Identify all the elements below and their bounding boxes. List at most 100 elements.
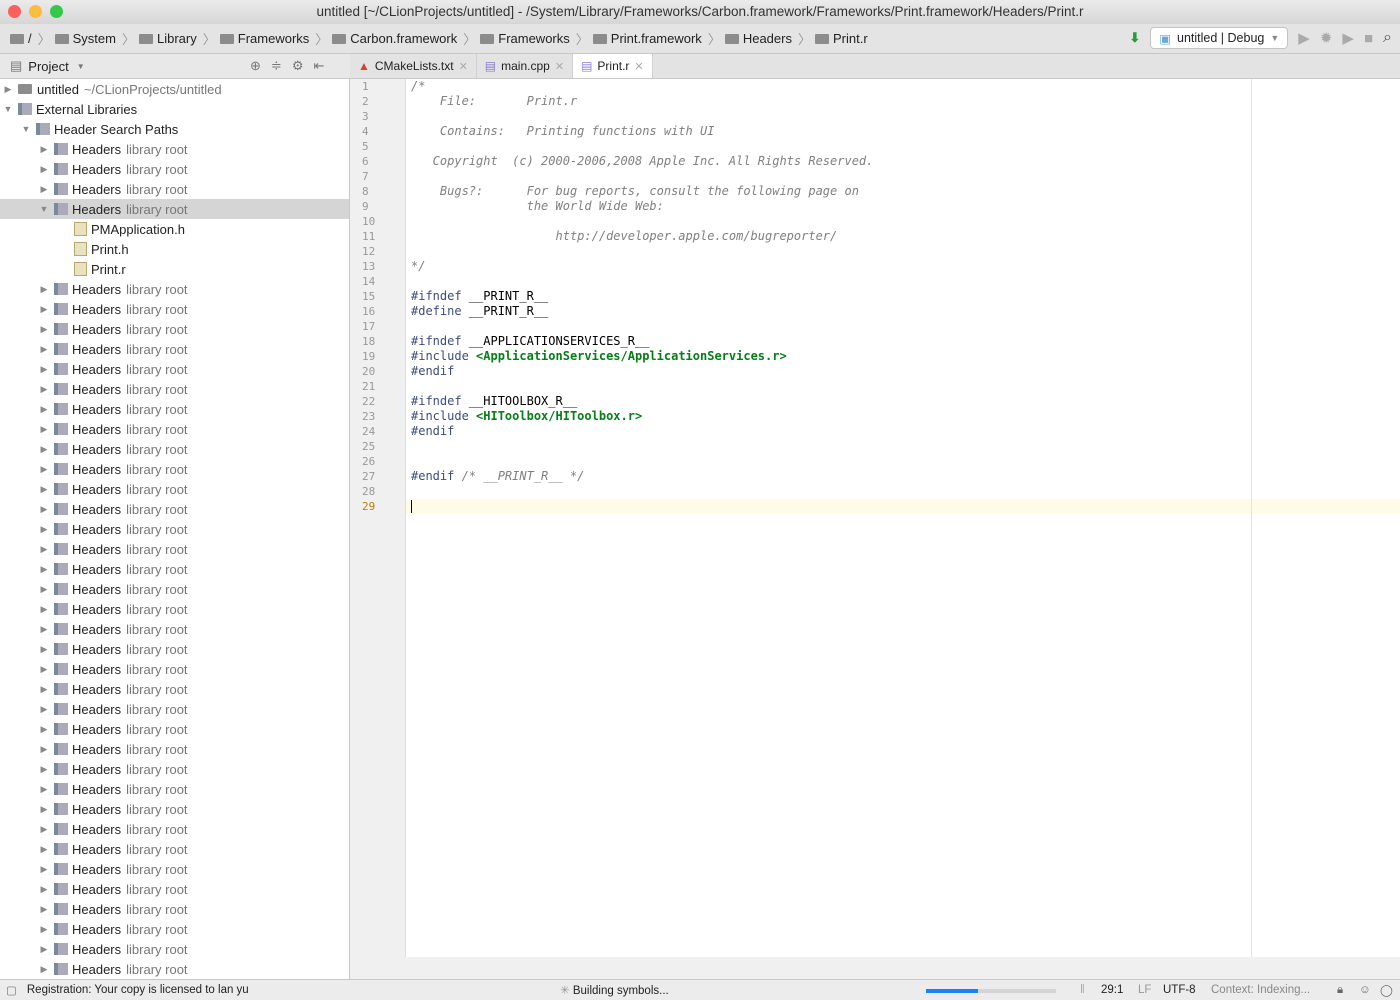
chevron-right-icon[interactable]: ▶ <box>38 164 50 175</box>
chevron-right-icon[interactable]: ▶ <box>38 904 50 915</box>
tree-item[interactable]: ▶ Headers library root <box>0 179 349 199</box>
tree-item[interactable]: ▼ External Libraries <box>0 99 349 119</box>
chevron-right-icon[interactable]: ▶ <box>2 84 14 95</box>
tree-item[interactable]: ▶ Headers library root <box>0 919 349 939</box>
code-editor[interactable]: /* File: Print.r Contains: Printing func… <box>406 79 1400 957</box>
tree-item[interactable]: ▶ Headers library root <box>0 619 349 639</box>
inspector-icon[interactable]: ☺ <box>1359 984 1371 996</box>
chevron-right-icon[interactable]: ▶ <box>38 384 50 395</box>
chevron-right-icon[interactable]: ▶ <box>38 764 50 775</box>
tree-item[interactable]: ▶ Headers library root <box>0 479 349 499</box>
tree-item[interactable]: ▶ Headers library root <box>0 899 349 919</box>
build-icon[interactable]: ⬇ <box>1129 30 1140 46</box>
tree-item[interactable]: ▶ Headers library root <box>0 699 349 719</box>
collapse-icon[interactable]: ≑ <box>271 58 292 73</box>
locate-icon[interactable]: ⊕ <box>250 58 271 73</box>
chevron-right-icon[interactable]: ▶ <box>38 344 50 355</box>
file-encoding[interactable]: UTF-8 <box>1163 984 1196 996</box>
coverage-icon[interactable]: ▶ <box>1342 29 1354 47</box>
tree-item[interactable]: ▶ Headers library root <box>0 359 349 379</box>
chevron-right-icon[interactable]: ▶ <box>38 724 50 735</box>
tree-item[interactable]: ▶ Headers library root <box>0 539 349 559</box>
tree-item[interactable]: ▶ Headers library root <box>0 279 349 299</box>
tree-item[interactable]: ▶ Headers library root <box>0 319 349 339</box>
close-tab-icon[interactable]: ✕ <box>555 60 564 73</box>
tab-print-r[interactable]: ▤ Print.r ✕ <box>573 54 653 78</box>
tree-item[interactable]: ▼ Header Search Paths <box>0 119 349 139</box>
chevron-down-icon[interactable]: ▼ <box>77 62 85 71</box>
chevron-right-icon[interactable]: ▶ <box>38 624 50 635</box>
tree-item[interactable]: ▶ untitled ~/CLionProjects/untitled <box>0 79 349 99</box>
chevron-right-icon[interactable]: ▶ <box>38 444 50 455</box>
caret-position[interactable]: 29:1 <box>1101 984 1123 996</box>
chevron-down-icon[interactable]: ▼ <box>38 204 50 214</box>
tree-item[interactable]: ▶ Headers library root <box>0 599 349 619</box>
tree-item[interactable]: ▶ Headers library root <box>0 499 349 519</box>
tree-item[interactable]: ▶ Headers library root <box>0 519 349 539</box>
pause-icon[interactable]: ‖ <box>1080 984 1085 996</box>
breadcrumb-item[interactable]: Carbon.framework <box>332 31 457 46</box>
breadcrumb-item[interactable]: Print.r <box>814 31 868 46</box>
tree-item[interactable]: ▶ Headers library root <box>0 639 349 659</box>
chevron-right-icon[interactable]: ▶ <box>38 604 50 615</box>
panel-toggle-icon[interactable]: ▢ <box>6 983 17 997</box>
tree-item[interactable]: ▶ Headers library root <box>0 459 349 479</box>
tree-item[interactable]: ▶ Headers library root <box>0 879 349 899</box>
chevron-right-icon[interactable]: ▶ <box>38 484 50 495</box>
tree-item[interactable]: ▼ Headers library root <box>0 199 349 219</box>
tree-item[interactable]: ▶ Headers library root <box>0 659 349 679</box>
event-log-icon[interactable]: ◯ <box>1380 983 1393 997</box>
tree-item[interactable]: ▶ Headers library root <box>0 579 349 599</box>
chevron-right-icon[interactable]: ▶ <box>38 504 50 515</box>
breadcrumb-item[interactable]: / <box>10 31 32 46</box>
chevron-right-icon[interactable]: ▶ <box>38 944 50 955</box>
chevron-right-icon[interactable]: ▶ <box>38 144 50 155</box>
chevron-right-icon[interactable]: ▶ <box>38 804 50 815</box>
tree-item[interactable]: Print.h <box>0 239 349 259</box>
tree-item[interactable]: ▶ Headers library root <box>0 419 349 439</box>
breadcrumb-item[interactable]: System <box>54 31 116 46</box>
chevron-right-icon[interactable]: ▶ <box>38 964 50 975</box>
debug-icon[interactable]: ✹ <box>1320 29 1333 47</box>
chevron-right-icon[interactable]: ▶ <box>38 404 50 415</box>
chevron-right-icon[interactable]: ▶ <box>38 824 50 835</box>
chevron-right-icon[interactable]: ▶ <box>38 844 50 855</box>
tree-item[interactable]: ▶ Headers library root <box>0 559 349 579</box>
tree-item[interactable]: ▶ Headers library root <box>0 819 349 839</box>
background-task[interactable]: Building symbols... <box>573 985 669 997</box>
tree-item[interactable]: ▶ Headers library root <box>0 799 349 819</box>
chevron-down-icon[interactable]: ▼ <box>2 104 14 114</box>
tree-item[interactable]: Print.r <box>0 259 349 279</box>
tree-item[interactable]: PMApplication.h <box>0 219 349 239</box>
close-button[interactable] <box>8 5 21 18</box>
tree-item[interactable]: ▶ Headers library root <box>0 939 349 959</box>
hide-panel-icon[interactable]: ⇤ <box>313 58 334 73</box>
tree-item[interactable]: ▶ Headers library root <box>0 859 349 879</box>
chevron-right-icon[interactable]: ▶ <box>38 184 50 195</box>
chevron-right-icon[interactable]: ▶ <box>38 324 50 335</box>
chevron-right-icon[interactable]: ▶ <box>38 584 50 595</box>
tree-item[interactable]: ▶ Headers library root <box>0 959 349 979</box>
tree-item[interactable]: ▶ Headers library root <box>0 839 349 859</box>
chevron-right-icon[interactable]: ▶ <box>38 644 50 655</box>
chevron-right-icon[interactable]: ▶ <box>38 924 50 935</box>
chevron-right-icon[interactable]: ▶ <box>38 424 50 435</box>
chevron-right-icon[interactable]: ▶ <box>38 544 50 555</box>
tree-item[interactable]: ▶ Headers library root <box>0 779 349 799</box>
chevron-right-icon[interactable]: ▶ <box>38 884 50 895</box>
minimize-button[interactable] <box>29 5 42 18</box>
horizontal-scrollbar[interactable] <box>350 957 1400 979</box>
chevron-right-icon[interactable]: ▶ <box>38 364 50 375</box>
chevron-right-icon[interactable]: ▶ <box>38 524 50 535</box>
tree-item[interactable]: ▶ Headers library root <box>0 339 349 359</box>
breadcrumb-item[interactable]: Frameworks <box>480 31 570 46</box>
tree-item[interactable]: ▶ Headers library root <box>0 439 349 459</box>
context-selector[interactable]: Context: Indexing... <box>1211 984 1310 996</box>
chevron-right-icon[interactable]: ▶ <box>38 784 50 795</box>
project-view-select[interactable]: Project <box>28 59 68 74</box>
chevron-right-icon[interactable]: ▶ <box>38 664 50 675</box>
line-separator[interactable]: LF <box>1138 984 1151 996</box>
chevron-right-icon[interactable]: ▶ <box>38 304 50 315</box>
tree-item[interactable]: ▶ Headers library root <box>0 159 349 179</box>
breadcrumb-item[interactable]: Frameworks <box>219 31 309 46</box>
